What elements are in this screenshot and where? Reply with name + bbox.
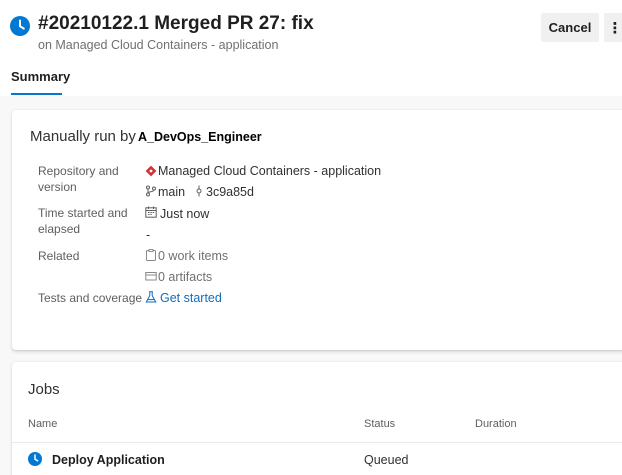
time-elapsed: - <box>146 228 151 242</box>
column-header-duration: Duration <box>475 418 517 430</box>
jobs-card: Jobs Name Status Duration Deploy Applica… <box>12 362 622 475</box>
flask-icon <box>145 291 157 303</box>
more-actions-button[interactable]: ⋮ <box>604 13 622 42</box>
run-subtitle: on Managed Cloud Containers - applicatio… <box>38 38 279 52</box>
tests-get-started-link[interactable]: Get started <box>160 290 222 306</box>
tab-selected-indicator <box>11 93 62 95</box>
run-header: #20210122.1 Merged PR 27: fix on Managed… <box>0 0 622 96</box>
work-item-icon <box>146 249 156 261</box>
time-started: Just now <box>160 207 210 221</box>
repository-label: Repository and version <box>38 164 119 194</box>
job-name[interactable]: Deploy Application <box>52 453 165 467</box>
commit-icon <box>196 185 202 197</box>
tab-summary[interactable]: Summary <box>11 69 70 84</box>
work-items-count[interactable]: 0 work items <box>158 248 228 264</box>
artifact-icon <box>145 272 157 281</box>
jobs-title: Jobs <box>28 381 60 398</box>
repository-name[interactable]: Managed Cloud Containers - application <box>158 163 381 179</box>
column-header-status: Status <box>364 418 396 430</box>
time-label: Time started and elapsed <box>38 206 128 236</box>
commit-id[interactable]: 3c9a85d <box>206 184 254 200</box>
clock-icon <box>10 16 30 36</box>
manual-run-prefix: Manually run by <box>30 128 136 145</box>
calendar-icon <box>145 206 157 218</box>
artifacts-count[interactable]: 0 artifacts <box>158 269 212 285</box>
git-repo-icon <box>145 165 157 177</box>
manual-run-user[interactable]: A_DevOps_Engineer <box>138 130 262 144</box>
clock-icon <box>28 452 42 466</box>
run-title: #20210122.1 Merged PR 27: fix <box>38 13 314 34</box>
summary-card: Manually run by A_DevOps_Engineer Reposi… <box>12 110 622 350</box>
column-header-name: Name <box>28 418 58 430</box>
tests-label: Tests and coverage <box>38 291 143 305</box>
branch-icon <box>146 185 156 197</box>
branch-name[interactable]: main <box>158 184 185 200</box>
cancel-button[interactable]: Cancel <box>541 13 599 42</box>
related-label: Related <box>38 249 80 263</box>
job-status: Queued <box>364 453 409 467</box>
row-divider <box>12 442 622 443</box>
